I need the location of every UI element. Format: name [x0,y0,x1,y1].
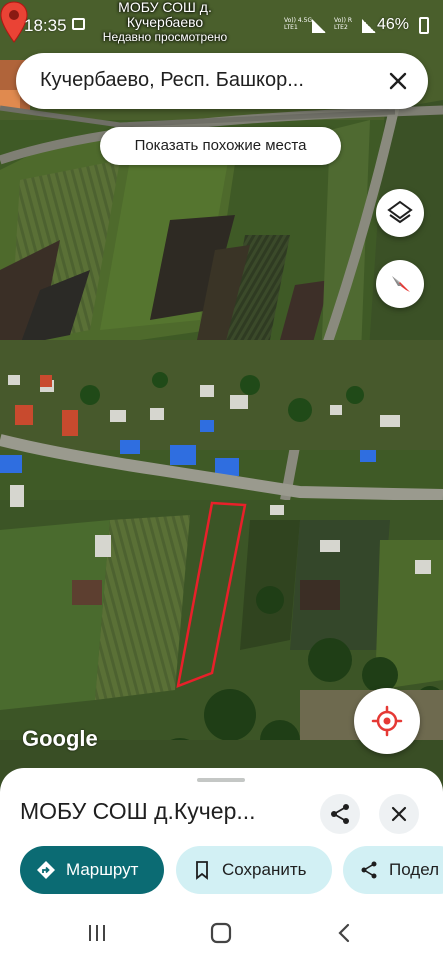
recents-icon[interactable] [82,918,112,948]
compass-button[interactable] [376,260,424,308]
route-button[interactable]: Маршрут [20,846,164,894]
directions-icon [37,861,55,879]
map-imagery [0,0,443,800]
layers-icon [387,200,413,224]
close-icon[interactable] [382,65,414,97]
signal-sim2-icon: Vo)) R LTE2 [334,17,376,33]
close-icon [391,806,407,822]
close-sheet-button[interactable] [379,794,419,834]
my-location-button[interactable] [354,688,420,754]
show-similar-places-chip[interactable]: Показать похожие места [100,127,341,165]
signal-sim1-label: Vo)) 4.5G LTE1 [284,17,313,31]
bookmark-icon [196,861,208,880]
my-location-icon [371,705,403,737]
layers-button[interactable] [376,189,424,237]
share-action-button[interactable]: Подел [343,846,443,894]
back-icon[interactable] [330,918,360,948]
signal-sim1-icon: Vo)) 4.5G LTE1 [284,17,326,33]
sheet-drag-handle[interactable] [197,778,245,782]
home-icon[interactable] [206,918,236,948]
status-bar: 18:35 Vo)) 4.5G LTE1 Vo)) R LTE2 46% [0,0,443,50]
save-label: Сохранить [222,860,307,879]
share-icon [331,804,349,824]
system-nav-bar [0,904,443,960]
battery-percent: 46% [376,16,409,33]
search-bar[interactable]: Кучербаево, Респ. Башкор... [16,53,428,109]
compass-icon [392,276,410,292]
save-button[interactable]: Сохранить [176,846,332,894]
place-bottom-sheet[interactable]: МОБУ СОШ д.Кучер... Маршрут Сохранить По… [0,768,443,904]
signal-sim2-label: Vo)) R LTE2 [334,17,353,31]
search-query[interactable]: Кучербаево, Респ. Башкор... [40,69,370,92]
status-time: 18:35 [24,16,67,35]
battery-icon [419,17,429,34]
google-logo: Google [22,726,98,751]
route-label: Маршрут [66,860,139,879]
share-label: Подел [389,860,440,879]
share-button[interactable] [320,794,360,834]
action-buttons-row: Маршрут Сохранить Подел [0,846,443,896]
gallery-notification-icon [72,18,85,30]
satellite-map[interactable]: МОБУ СОШ д. Кучербаево Недавно просмотре… [0,0,443,800]
share-icon [361,861,377,879]
place-title: МОБУ СОШ д.Кучер... [20,798,256,824]
